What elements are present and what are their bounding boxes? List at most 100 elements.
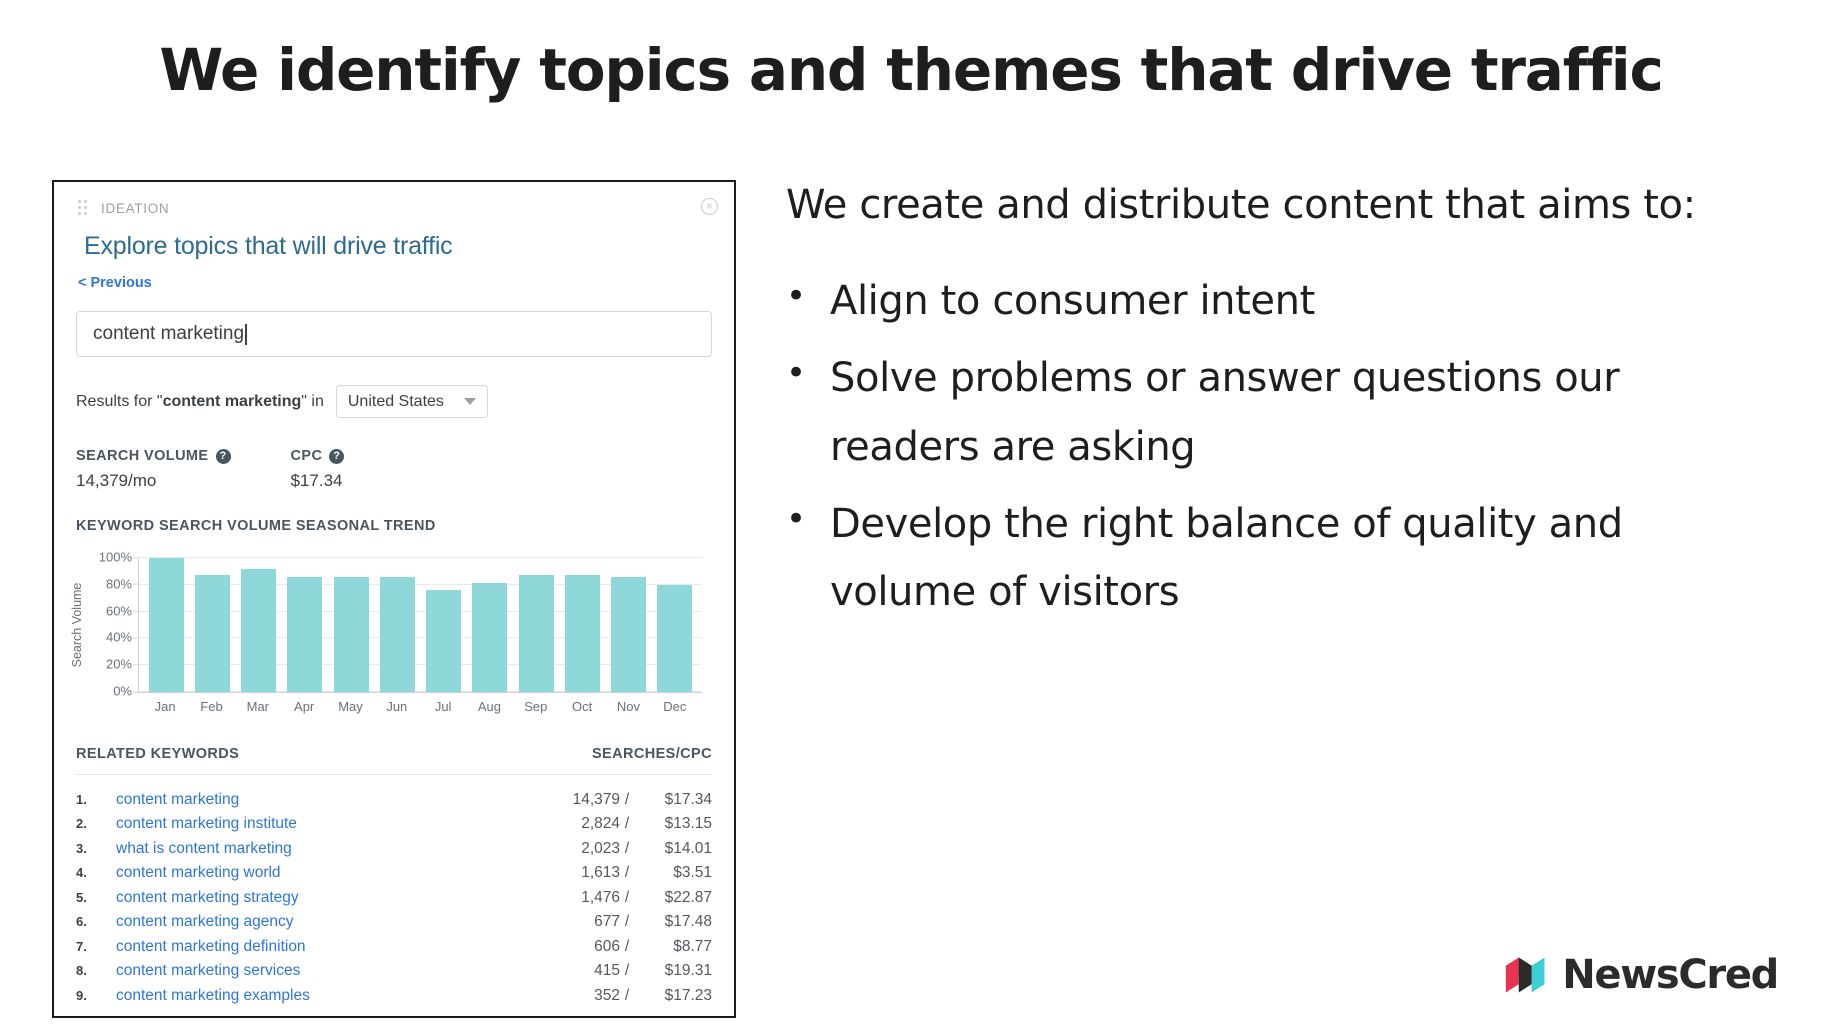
card-heading: Explore topics that will drive traffic: [84, 232, 453, 260]
chart-bar[interactable]: [564, 575, 600, 692]
chart-x-tick-label: May: [338, 699, 363, 714]
keyword-search-input[interactable]: content marketing: [76, 311, 712, 357]
bullet-item: • Solve problems or answer questions our …: [786, 344, 1766, 482]
grip-dots-icon[interactable]: [78, 200, 89, 216]
metric-search-volume: SEARCH VOLUME ? 14,379/mo: [76, 448, 231, 491]
chart-bar-column[interactable]: [559, 558, 605, 692]
close-icon[interactable]: ×: [701, 198, 718, 215]
bullet-item: • Align to consumer intent: [786, 267, 1766, 336]
results-query: content marketing: [162, 392, 302, 410]
slide: We identify topics and themes that drive…: [0, 0, 1822, 1026]
keyword-searches: 606: [594, 937, 620, 955]
country-select-value: United States: [347, 392, 444, 410]
chart-x-tick-label: Mar: [246, 699, 270, 714]
keyword-cpc: $14.01: [664, 839, 712, 857]
keyword-row[interactable]: 3. what is content marketing 2,023/ $14.01: [76, 836, 712, 861]
chart-bar[interactable]: [241, 568, 277, 692]
keyword-term-link[interactable]: content marketing agency: [116, 911, 524, 933]
chart-bar-column[interactable]: [236, 558, 282, 692]
keyword-separator: /: [624, 888, 630, 906]
chart-x-tick-label: Jun: [386, 699, 408, 714]
chart-bar-column[interactable]: [374, 558, 420, 692]
keyword-cpc: $8.77: [673, 937, 712, 955]
chart-bar-column[interactable]: [467, 558, 513, 692]
keyword-term-link[interactable]: content marketing institute: [116, 813, 524, 835]
help-icon[interactable]: ?: [215, 448, 231, 464]
chart-bar[interactable]: [379, 576, 415, 692]
keyword-searches: 2,023: [581, 839, 620, 857]
keyword-cpc: $17.48: [664, 913, 712, 930]
bullet-marker-icon: •: [786, 352, 806, 393]
chart-bar-column[interactable]: [513, 558, 559, 692]
keyword-term-link[interactable]: content marketing strategy: [116, 887, 524, 909]
keyword-cpc: $19.31: [664, 962, 712, 979]
card-topbar: IDEATION: [76, 182, 712, 220]
chart-y-tick-label: 40%: [105, 629, 140, 645]
chart-bar-column[interactable]: [421, 558, 467, 692]
right-content-column: We create and distribute content that ai…: [786, 182, 1766, 635]
related-keywords-header: RELATED KEYWORDS SEARCHES/CPC: [76, 746, 712, 775]
chart-bar[interactable]: [333, 576, 369, 692]
keyword-searches: 1,613: [581, 864, 620, 881]
chart-y-tick-label: 0%: [113, 683, 139, 699]
chart-bar-column[interactable]: [606, 558, 652, 692]
help-icon[interactable]: ?: [329, 448, 345, 464]
keyword-row[interactable]: 6. content marketing agency 677/ $17.48: [76, 910, 712, 935]
keyword-row[interactable]: 9. content marketing examples 352/ $17.23: [76, 983, 712, 1008]
keyword-row[interactable]: 2. content marketing institute 2,824/ $13.1…: [76, 812, 712, 837]
chart-bar-column[interactable]: [328, 558, 374, 692]
keyword-cpc: $17.34: [664, 790, 712, 808]
chart-bar-column[interactable]: [189, 558, 235, 692]
chart-bar[interactable]: [611, 576, 647, 692]
keyword-term-link[interactable]: content marketing examples: [116, 985, 524, 1007]
chart-bars: [139, 558, 702, 692]
chart-bar[interactable]: [426, 590, 462, 692]
keyword-rank: 8.: [76, 963, 87, 978]
chart-x-tick-label: Dec: [663, 699, 687, 714]
page-title: We identify topics and themes that drive…: [159, 36, 1664, 104]
keyword-searches: 415: [594, 962, 620, 979]
keyword-rank: 4.: [76, 865, 87, 880]
chart-bar[interactable]: [657, 584, 693, 692]
chart-bar[interactable]: [148, 558, 184, 692]
keyword-cpc: $22.87: [664, 888, 712, 906]
keyword-row[interactable]: 5. content marketing strategy 1,476/ $22.87: [76, 885, 712, 910]
newscred-wordmark: NewsCred: [1562, 952, 1779, 998]
keyword-cpc: $3.51: [673, 864, 712, 881]
country-select[interactable]: United States: [335, 385, 488, 418]
chart-y-tick-label: 100%: [98, 549, 140, 565]
metric-value: 14,379/mo: [76, 471, 157, 490]
chart-bar-column[interactable]: [143, 558, 189, 692]
text-caret: [245, 323, 247, 345]
keyword-row[interactable]: 4. content marketing world 1,613/ $3.51: [76, 861, 712, 886]
keyword-separator: /: [624, 815, 630, 832]
chart-bar[interactable]: [287, 576, 323, 692]
chart-bar[interactable]: [518, 575, 554, 692]
keyword-rank: 9.: [76, 987, 87, 1003]
related-keywords-col-label: RELATED KEYWORDS: [76, 746, 240, 762]
chevron-down-icon: [463, 398, 476, 405]
keyword-row[interactable]: 8. content marketing services 415/ $19.31: [76, 959, 712, 984]
keyword-separator: /: [624, 986, 630, 1004]
keyword-separator: /: [624, 864, 630, 881]
keyword-row[interactable]: 7. content marketing definition 606/ $8.77: [76, 934, 712, 959]
newscred-mark-icon: [1506, 957, 1545, 993]
keyword-term-link[interactable]: what is content marketing: [116, 838, 524, 860]
keyword-rank: 1.: [76, 791, 87, 807]
keyword-row[interactable]: 1. content marketing 14,379/ $17.34: [76, 787, 712, 812]
keyword-term-link[interactable]: content marketing: [116, 789, 524, 811]
keyword-term-link[interactable]: content marketing services: [116, 960, 524, 982]
previous-link[interactable]: < Previous: [78, 275, 712, 291]
chart-bar-column[interactable]: [652, 558, 698, 692]
keyword-term-link[interactable]: content marketing world: [116, 862, 524, 884]
lead-paragraph: We create and distribute content that ai…: [786, 182, 1696, 228]
keyword-rank: 7.: [76, 938, 87, 954]
metric-cpc: CPC ? $17.34: [291, 448, 345, 491]
keyword-term-link[interactable]: content marketing definition: [116, 936, 524, 958]
chart-bar[interactable]: [472, 583, 508, 692]
bullet-list: • Align to consumer intent • Solve problems…: [786, 267, 1766, 627]
chart-y-tick-label: 60%: [105, 603, 140, 619]
chart-bar-column[interactable]: [282, 558, 328, 692]
keyword-cpc: $13.15: [664, 815, 712, 832]
chart-bar[interactable]: [194, 575, 230, 692]
